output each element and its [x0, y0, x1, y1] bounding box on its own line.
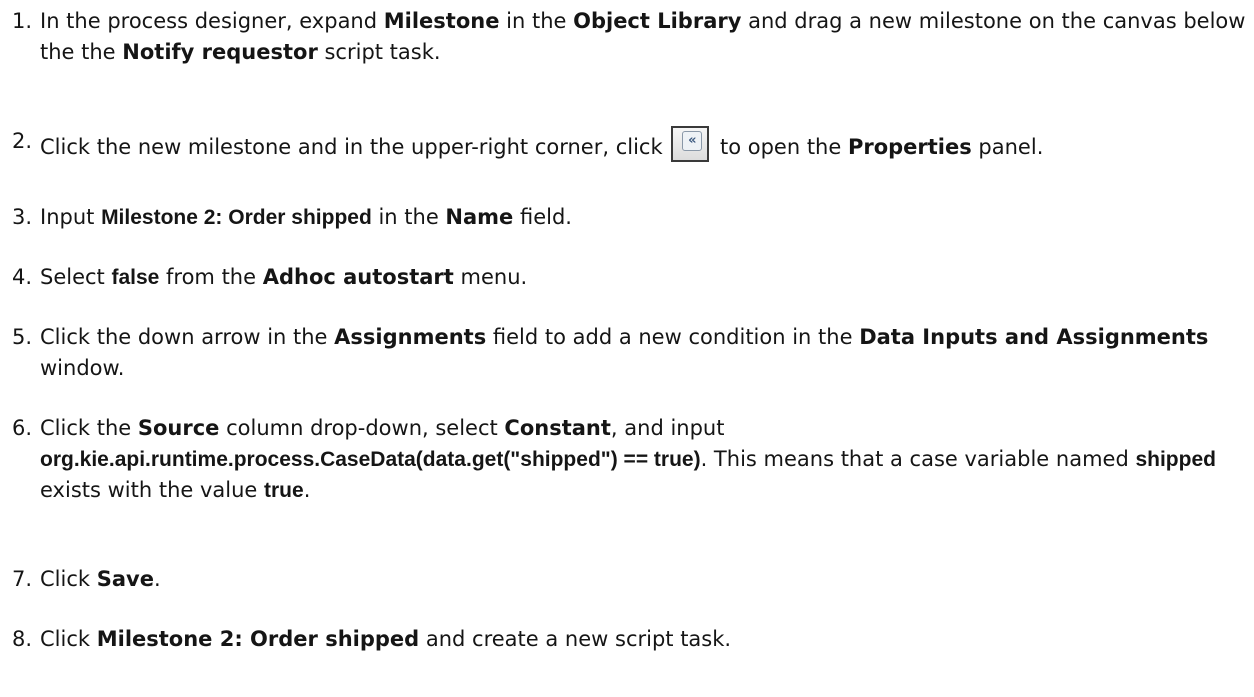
- ui-term: Object Library: [573, 9, 742, 33]
- ui-term: Milestone 2: Order shipped: [96, 627, 420, 651]
- step-text: Select false from the Adhoc autostart me…: [40, 265, 528, 289]
- step-text: Input Milestone 2: Order shipped in the …: [40, 205, 572, 229]
- ui-term: Source: [137, 416, 220, 440]
- ui-term: Data Inputs and Assignments: [859, 325, 1209, 349]
- ui-term: Adhoc autostart: [262, 265, 454, 289]
- ui-term: Milestone: [383, 9, 500, 33]
- step-text: Click the down arrow in the Assignments …: [40, 325, 1209, 380]
- step-number: 6.: [12, 416, 33, 440]
- step-number: 2.: [12, 129, 33, 153]
- step-number: 8.: [12, 627, 33, 651]
- ui-term: Save: [96, 567, 154, 591]
- ui-term: Notify requestor: [122, 40, 318, 64]
- ui-term: Properties: [847, 135, 972, 159]
- step-text: Click Save.: [40, 567, 161, 591]
- input-value: false: [111, 266, 160, 289]
- step-number: 7.: [12, 567, 33, 591]
- step-text: Click the new milestone and in the upper…: [40, 126, 1250, 163]
- step-number: 5.: [12, 325, 33, 349]
- step-number: 3.: [12, 205, 33, 229]
- input-value: org.kie.api.runtime.process.CaseData(dat…: [40, 448, 701, 471]
- ui-term: Constant: [504, 416, 611, 440]
- collapse-left-double-chevron-icon: «: [671, 126, 710, 162]
- procedure-document: 1. In the process designer, expand Miles…: [0, 0, 1254, 697]
- step-text: Click the Source column drop-down, selec…: [40, 416, 1216, 502]
- step-text: In the process designer, expand Mileston…: [40, 9, 1246, 64]
- input-value: shipped: [1135, 448, 1216, 471]
- input-value: true: [264, 479, 304, 502]
- step-text: Click Milestone 2: Order shipped and cre…: [40, 627, 732, 651]
- ui-term: Assignments: [334, 325, 487, 349]
- step-number: 4.: [12, 265, 33, 289]
- input-value: Milestone 2: Order shipped: [101, 206, 372, 229]
- step-number: 1.: [12, 9, 33, 33]
- ui-term: Name: [445, 205, 514, 229]
